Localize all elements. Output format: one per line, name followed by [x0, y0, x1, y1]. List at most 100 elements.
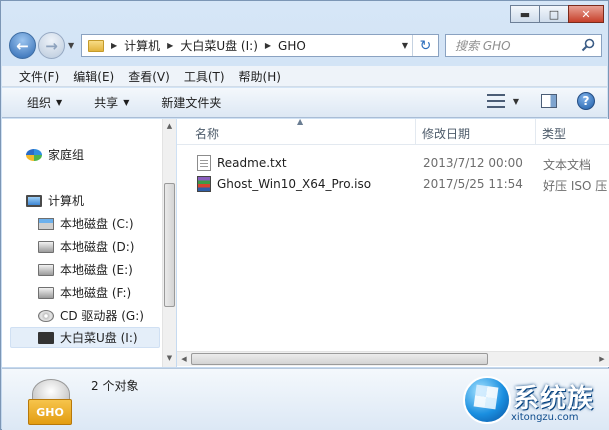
watermark-logo: 系统族 xitongzu.com: [459, 368, 609, 430]
chevron-down-icon: ▼: [123, 98, 130, 107]
file-name: Readme.txt: [217, 156, 287, 170]
gho-folder-icon: GHO: [28, 379, 74, 425]
address-dropdown[interactable]: ▼: [402, 41, 408, 50]
file-row[interactable]: Readme.txt 2013/7/12 00:00 文本文档: [197, 153, 609, 174]
share-button[interactable]: 共享 ▼: [94, 94, 129, 111]
sidebar-item-label: CD 驱动器 (G:): [60, 309, 144, 323]
sort-ascending-icon: ▲: [297, 117, 304, 126]
view-options-icon[interactable]: [486, 94, 505, 108]
minimize-button[interactable]: ▬: [510, 5, 540, 23]
explorer-window: ▬ □ ✕ ← → ▼ ▶ 计算机 ▶ 大白菜U盘 (I:) ▶ GHO ▼ ↻…: [0, 0, 609, 430]
sidebar-item-label: 大白菜U盘 (I:): [60, 331, 138, 345]
file-date: 2017/5/25 11:54: [423, 177, 523, 191]
menu-edit[interactable]: 编辑(E): [73, 68, 114, 85]
chevron-down-icon: ▼: [56, 98, 63, 107]
command-bar: 组织 ▼ 共享 ▼ 新建文件夹 ▼ ?: [2, 88, 607, 118]
scroll-down-arrow[interactable]: ▼: [163, 351, 176, 365]
sidebar-scrollbar[interactable]: ▲ ▼: [162, 119, 176, 367]
hard-drive-icon: [38, 240, 54, 253]
sidebar-item-label: 本地磁盘 (C:): [60, 217, 134, 231]
column-divider[interactable]: [415, 119, 416, 145]
sidebar-item-drive-f[interactable]: 本地磁盘 (F:): [38, 282, 131, 303]
search-placeholder: 搜索 GHO: [455, 39, 511, 53]
folder-icon: [88, 39, 104, 52]
breadcrumb-computer[interactable]: 计算机: [124, 37, 160, 54]
archive-file-icon: [197, 176, 211, 192]
watermark-url: xitongzu.com: [511, 412, 579, 423]
menu-help[interactable]: 帮助(H): [239, 68, 281, 85]
breadcrumb-separator[interactable]: ▶: [167, 41, 173, 50]
column-divider[interactable]: [535, 119, 536, 145]
scroll-thumb[interactable]: [164, 183, 175, 307]
column-headers: ▲ 名称 修改日期 类型: [177, 117, 609, 145]
search-icon[interactable]: [581, 38, 595, 52]
breadcrumb-separator[interactable]: ▶: [265, 41, 271, 50]
refresh-button[interactable]: ↻: [412, 35, 438, 56]
file-name: Ghost_Win10_X64_Pro.iso: [217, 177, 372, 191]
preview-pane-icon[interactable]: [541, 94, 557, 108]
forward-button[interactable]: →: [38, 32, 65, 59]
sidebar-item-label: 本地磁盘 (F:): [60, 286, 132, 300]
breadcrumb-separator[interactable]: ▶: [111, 41, 117, 50]
file-type: 文本文档: [543, 158, 592, 172]
organize-button[interactable]: 组织 ▼: [27, 94, 62, 111]
gho-icon-label: GHO: [28, 399, 72, 425]
share-label: 共享: [94, 96, 119, 110]
sidebar-item-drive-g[interactable]: CD 驱动器 (G:): [38, 305, 144, 326]
menu-file[interactable]: 文件(F): [19, 68, 59, 85]
file-date: 2013/7/12 00:00: [423, 156, 523, 170]
sidebar-item-drive-i[interactable]: 大白菜U盘 (I:): [10, 327, 160, 348]
sidebar-item-computer[interactable]: 计算机: [26, 190, 84, 211]
scroll-up-arrow[interactable]: ▲: [163, 119, 176, 133]
view-options-dropdown[interactable]: ▼: [513, 97, 519, 106]
new-folder-button[interactable]: 新建文件夹: [161, 94, 221, 111]
hard-drive-icon: [38, 263, 54, 276]
hard-drive-icon: [38, 286, 54, 299]
sidebar-item-drive-d[interactable]: 本地磁盘 (D:): [38, 236, 134, 257]
recent-pages-dropdown[interactable]: ▼: [68, 41, 74, 50]
usb-drive-icon: [38, 331, 54, 344]
address-bar[interactable]: ▶ 计算机 ▶ 大白菜U盘 (I:) ▶ GHO ▼ ↻: [81, 34, 439, 57]
sidebar-item-drive-e[interactable]: 本地磁盘 (E:): [38, 259, 133, 280]
sidebar-item-label: 本地磁盘 (E:): [60, 263, 133, 277]
menu-tools[interactable]: 工具(T): [184, 68, 225, 85]
system-drive-icon: [38, 217, 54, 230]
column-header-type[interactable]: 类型: [542, 125, 566, 142]
cd-drive-icon: [38, 309, 54, 322]
sidebar-item-drive-c[interactable]: 本地磁盘 (C:): [38, 213, 134, 234]
navigation-row: ← → ▼ ▶ 计算机 ▶ 大白菜U盘 (I:) ▶ GHO ▼ ↻ 搜索 GH…: [9, 31, 602, 61]
horizontal-scrollbar[interactable]: ◀ ▶: [177, 351, 609, 366]
file-list: ▲ 名称 修改日期 类型 Readme.txt 2013/7/12 00:00 …: [177, 117, 609, 367]
computer-icon: [26, 194, 42, 207]
navigation-pane: 家庭组 计算机 本地磁盘 (C:) 本地磁盘 (D:) 本地磁盘 (E:) 本地…: [2, 119, 176, 367]
sidebar-item-label: 家庭组: [48, 148, 85, 162]
scroll-right-arrow[interactable]: ▶: [595, 352, 609, 366]
column-header-name[interactable]: 名称: [195, 125, 219, 142]
search-input[interactable]: 搜索 GHO: [445, 34, 602, 57]
menu-view[interactable]: 查看(V): [128, 68, 170, 85]
file-row[interactable]: Ghost_Win10_X64_Pro.iso 2017/5/25 11:54 …: [197, 174, 609, 195]
maximize-button[interactable]: □: [539, 5, 569, 23]
watermark-title: 系统族: [513, 384, 595, 414]
help-icon[interactable]: ?: [577, 92, 595, 110]
file-type: 好压 ISO 压: [543, 179, 608, 193]
caption-buttons: ▬ □ ✕: [510, 5, 604, 23]
back-button[interactable]: ←: [9, 32, 36, 59]
menu-bar: 文件(F) 编辑(E) 查看(V) 工具(T) 帮助(H): [2, 66, 607, 87]
toolbar-right: ▼ ?: [486, 92, 595, 110]
close-button[interactable]: ✕: [568, 5, 604, 23]
homegroup-icon: [26, 148, 42, 161]
windows-flag-icon: [473, 384, 499, 410]
sidebar-item-label: 本地磁盘 (D:): [60, 240, 135, 254]
column-header-date[interactable]: 修改日期: [422, 125, 470, 142]
sidebar-item-label: 计算机: [48, 194, 85, 208]
scroll-left-arrow[interactable]: ◀: [177, 352, 191, 366]
details-pane: GHO 2 个对象 系统族 xitongzu.com: [2, 368, 609, 430]
organize-label: 组织: [27, 96, 52, 110]
breadcrumb-usb-drive[interactable]: 大白菜U盘 (I:): [180, 37, 258, 54]
breadcrumb-gho[interactable]: GHO: [278, 39, 306, 53]
item-count: 2 个对象: [91, 379, 139, 393]
scroll-thumb[interactable]: [191, 353, 488, 365]
sidebar-item-homegroup[interactable]: 家庭组: [26, 144, 84, 165]
text-file-icon: [197, 155, 211, 171]
